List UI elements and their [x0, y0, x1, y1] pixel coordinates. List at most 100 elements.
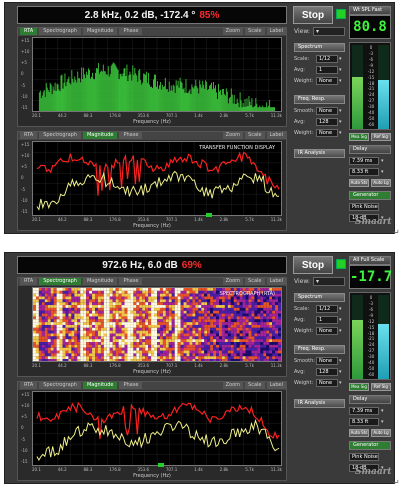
tab-phase[interactable]: Phase	[119, 132, 143, 139]
auto-sts-button[interactable]: Auto Sts	[349, 179, 369, 187]
scale-button[interactable]: Scale	[245, 278, 265, 285]
meas-sig-button[interactable]: Mea Sig	[349, 133, 369, 141]
spectrograph-cell	[56, 290, 60, 294]
delay-ft[interactable]: 8.33 ft	[349, 417, 379, 426]
transfer-plot[interactable]	[32, 391, 282, 466]
cursor-readout: 972.6 Hz, 6.0 dB 69%	[17, 256, 287, 274]
transfer-head[interactable]: Freq. Resp.	[294, 345, 345, 354]
spectrograph-cell	[272, 316, 276, 320]
auto-lg-button[interactable]: Auto Lg	[371, 429, 391, 437]
weight-select[interactable]: None	[316, 128, 338, 137]
ir-analysis-button[interactable]: IR Analysis	[294, 149, 345, 158]
spl-head[interactable]: Wt SPL Fast	[349, 6, 391, 15]
auto-lg-button[interactable]: Auto Lg	[371, 179, 391, 187]
zoom-button[interactable]: Zoom	[222, 382, 244, 389]
weight-select[interactable]: None	[316, 76, 338, 85]
spectrograph-cell	[219, 307, 222, 311]
spectrograph-cell	[233, 302, 237, 306]
tab-spectrograph[interactable]: Spectrograph	[39, 382, 81, 389]
spectrograph-cell	[130, 313, 134, 317]
tab-phase[interactable]: Phase	[119, 382, 143, 389]
label-button[interactable]: Label	[266, 132, 286, 139]
tab-rta[interactable]: RTA	[20, 28, 38, 35]
generator-button[interactable]: Generator	[349, 441, 391, 450]
rta-bar	[147, 82, 149, 111]
spectrum-head[interactable]: Spectrum	[294, 43, 345, 52]
label-button[interactable]: Label	[266, 28, 286, 35]
avg-select[interactable]: 1	[316, 65, 338, 74]
ref-sig-button[interactable]: Ref Sig	[371, 383, 391, 391]
scale-select[interactable]: 1/12	[316, 54, 338, 63]
tab-magnitude[interactable]: Magnitude	[82, 278, 118, 285]
tab-phase[interactable]: Phase	[119, 278, 143, 285]
spectrograph-cell	[278, 350, 281, 354]
smooth-select[interactable]: None	[316, 106, 338, 115]
transfer-plot[interactable]: TRANSFER FUNCTION DISPLAY	[32, 141, 282, 216]
scale-button[interactable]: Scale	[245, 28, 265, 35]
tab-spectrograph[interactable]: Spectrograph	[39, 132, 81, 139]
delay-head[interactable]: Delay	[349, 145, 391, 154]
auto-sts-button[interactable]: Auto Sts	[349, 429, 369, 437]
ref-sig-button[interactable]: Ref Sig	[371, 133, 391, 141]
stop-button[interactable]: Stop	[293, 256, 333, 274]
zoom-button[interactable]: Zoom	[222, 132, 244, 139]
generator-type[interactable]: Pink Noise	[349, 202, 379, 211]
scale-button[interactable]: Scale	[245, 132, 265, 139]
stop-button[interactable]: Stop	[293, 6, 333, 24]
rta-bar	[193, 88, 195, 111]
delay-ms[interactable]: 7.39 ms	[349, 156, 379, 165]
spectrograph-cell	[92, 330, 95, 334]
spectrograph-cell	[89, 330, 93, 334]
generator-button[interactable]: Generator	[349, 191, 391, 200]
weight-select[interactable]: None	[316, 326, 338, 335]
spectrograph-cell	[121, 350, 125, 354]
delay-ms[interactable]: 7.39 ms	[349, 406, 379, 415]
spectrograph-cell	[269, 299, 273, 303]
delay-head[interactable]: Delay	[349, 395, 391, 404]
transfer-head[interactable]: Freq. Resp.	[294, 95, 345, 104]
tab-spectrograph[interactable]: Spectrograph	[39, 278, 81, 285]
tab-spectrograph[interactable]: Spectrograph	[39, 28, 81, 35]
spectrograph-cell	[242, 344, 246, 348]
avg-select[interactable]: 1	[316, 315, 338, 324]
spectrograph-cell	[210, 288, 214, 291]
generator-type[interactable]: Pink Noise	[349, 452, 379, 461]
spectrograph-cell	[236, 313, 240, 317]
tab-rta[interactable]: RTA	[20, 132, 38, 139]
delay-ft[interactable]: 8.33 ft	[349, 167, 379, 176]
spectrograph-cell	[50, 330, 54, 334]
spectrograph-cell	[80, 339, 84, 343]
zoom-button[interactable]: Zoom	[222, 28, 244, 35]
label-button[interactable]: Label	[266, 278, 286, 285]
meas-sig-button[interactable]: Mea Sig	[349, 383, 369, 391]
spectrograph-cell	[154, 288, 157, 291]
spectrograph-cell	[219, 322, 222, 325]
label-button[interactable]: Label	[266, 382, 286, 389]
tab-phase[interactable]: Phase	[119, 28, 143, 35]
scale-select[interactable]: 1/12	[316, 304, 338, 313]
spectrograph-cell	[38, 347, 42, 351]
spectrograph-cell	[35, 305, 39, 308]
tab-magnitude[interactable]: Magnitude	[82, 28, 118, 35]
ir-analysis-button[interactable]: IR Analysis	[294, 399, 345, 408]
smooth-select[interactable]: None	[316, 356, 338, 365]
view-select[interactable]: ▾	[313, 27, 345, 36]
spl-head[interactable]: All Full Scale	[349, 256, 391, 265]
weight-select[interactable]: None	[316, 378, 338, 387]
rta-bar	[249, 101, 251, 111]
scale-button[interactable]: Scale	[245, 382, 265, 389]
tab-magnitude[interactable]: Magnitude	[82, 382, 118, 389]
spectrum-head[interactable]: Spectrum	[294, 293, 345, 302]
rta-plot[interactable]	[32, 37, 282, 112]
tab-rta[interactable]: RTA	[20, 382, 38, 389]
view-select[interactable]: ▾	[313, 277, 345, 286]
spectrograph-cell	[100, 302, 104, 306]
spectrograph-cell	[154, 296, 157, 300]
zoom-button[interactable]: Zoom	[222, 278, 244, 285]
spectrograph-plot[interactable]: SPECTROGRAPH (RTA)	[32, 287, 282, 362]
tab-rta[interactable]: RTA	[20, 278, 38, 285]
tab-magnitude[interactable]: Magnitude	[82, 132, 118, 139]
avg-select[interactable]: 128	[316, 367, 338, 376]
spectrograph-cell	[230, 299, 234, 303]
avg-select[interactable]: 128	[316, 117, 338, 126]
